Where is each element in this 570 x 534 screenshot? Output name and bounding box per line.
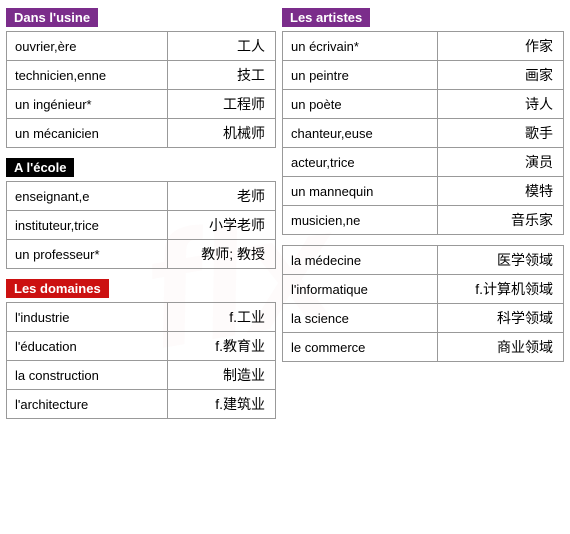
table-row: musicien,ne音乐家 [283,206,564,235]
right-column: Les artistes un écrivain*作家un peintre画家u… [282,8,564,429]
cell-french: l'industrie [7,303,168,332]
table-row: un écrivain*作家 [283,32,564,61]
table-les-domaines: l'industrief.工业l'éducationf.教育业la constr… [6,302,276,419]
section-dans-usine: Dans l'usine ouvrier,ère工人technicien,enn… [6,8,276,148]
table-row: instituteur,trice小学老师 [7,211,276,240]
table-row: enseignant,e老师 [7,182,276,211]
cell-chinese: f.建筑业 [168,390,276,419]
section-bottom-right: la médecine医学领域l'informatiquef.计算机领域la s… [282,245,564,362]
table-les-artistes: un écrivain*作家un peintre画家un poète诗人chan… [282,31,564,235]
cell-chinese: 音乐家 [437,206,563,235]
table-row: l'informatiquef.计算机领域 [283,275,564,304]
cell-french: acteur,trice [283,148,438,177]
cell-chinese: 机械师 [168,119,276,148]
cell-french: un mécanicien [7,119,168,148]
table-row: la science科学领域 [283,304,564,333]
cell-chinese: 工人 [168,32,276,61]
cell-french: un mannequin [283,177,438,206]
cell-chinese: 歌手 [437,119,563,148]
cell-chinese: 作家 [437,32,563,61]
cell-chinese: f.计算机领域 [437,275,563,304]
page-content: Dans l'usine ouvrier,ère工人technicien,enn… [0,0,570,437]
section-title-les-domaines: Les domaines [6,279,109,298]
cell-french: enseignant,e [7,182,168,211]
table-row: technicien,enne技工 [7,61,276,90]
cell-chinese: 诗人 [437,90,563,119]
section-les-domaines: Les domaines l'industrief.工业l'éducationf… [6,279,276,419]
cell-french: instituteur,trice [7,211,168,240]
table-row: un mécanicien机械师 [7,119,276,148]
table-row: acteur,trice演员 [283,148,564,177]
section-title-les-artistes: Les artistes [282,8,370,27]
cell-french: un professeur* [7,240,168,269]
cell-chinese: 演员 [437,148,563,177]
cell-chinese: 老师 [168,182,276,211]
cell-chinese: f.工业 [168,303,276,332]
cell-french: l'informatique [283,275,438,304]
cell-french: la science [283,304,438,333]
cell-chinese: 技工 [168,61,276,90]
cell-french: un peintre [283,61,438,90]
section-title-a-ecole: A l'école [6,158,74,177]
cell-chinese: 商业领域 [437,333,563,362]
cell-french: chanteur,euse [283,119,438,148]
cell-french: la construction [7,361,168,390]
table-row: l'industrief.工业 [7,303,276,332]
cell-french: un poète [283,90,438,119]
table-row: le commerce商业领域 [283,333,564,362]
cell-chinese: 模特 [437,177,563,206]
section-a-ecole: A l'école enseignant,e老师instituteur,tric… [6,158,276,269]
cell-chinese: 工程师 [168,90,276,119]
cell-french: musicien,ne [283,206,438,235]
table-row: chanteur,euse歌手 [283,119,564,148]
cell-french: ouvrier,ère [7,32,168,61]
table-row: l'architecturef.建筑业 [7,390,276,419]
cell-chinese: 科学领域 [437,304,563,333]
cell-french: le commerce [283,333,438,362]
left-column: Dans l'usine ouvrier,ère工人technicien,enn… [6,8,276,429]
cell-french: un écrivain* [283,32,438,61]
cell-french: technicien,enne [7,61,168,90]
table-row: la médecine医学领域 [283,246,564,275]
cell-french: un ingénieur* [7,90,168,119]
cell-chinese: 医学领域 [437,246,563,275]
cell-french: l'architecture [7,390,168,419]
table-row: la construction制造业 [7,361,276,390]
table-row: un mannequin模特 [283,177,564,206]
table-row: un poète诗人 [283,90,564,119]
cell-french: la médecine [283,246,438,275]
section-les-artistes: Les artistes un écrivain*作家un peintre画家u… [282,8,564,235]
table-row: un ingénieur*工程师 [7,90,276,119]
table-row: ouvrier,ère工人 [7,32,276,61]
table-row: un professeur*教师; 教授 [7,240,276,269]
table-bottom-right: la médecine医学领域l'informatiquef.计算机领域la s… [282,245,564,362]
section-title-dans-usine: Dans l'usine [6,8,98,27]
table-a-ecole: enseignant,e老师instituteur,trice小学老师un pr… [6,181,276,269]
cell-chinese: 制造业 [168,361,276,390]
cell-chinese: f.教育业 [168,332,276,361]
cell-chinese: 小学老师 [168,211,276,240]
cell-chinese: 画家 [437,61,563,90]
cell-french: l'éducation [7,332,168,361]
cell-chinese: 教师; 教授 [168,240,276,269]
table-dans-usine: ouvrier,ère工人technicien,enne技工un ingénie… [6,31,276,148]
table-row: l'éducationf.教育业 [7,332,276,361]
table-row: un peintre画家 [283,61,564,90]
